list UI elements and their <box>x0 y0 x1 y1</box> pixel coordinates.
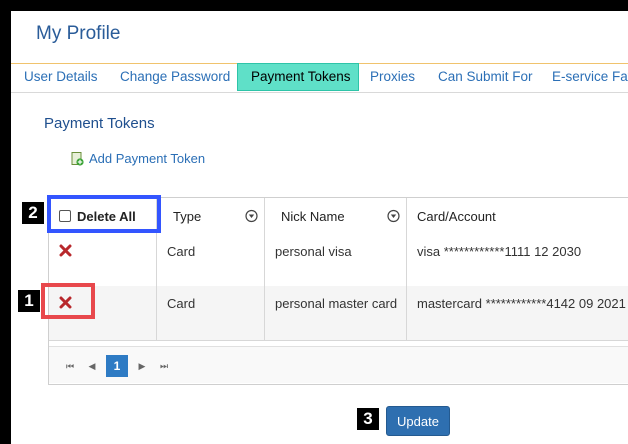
current-page-button[interactable]: 1 <box>106 355 128 377</box>
tab-payment-tokens[interactable]: Payment Tokens <box>237 63 359 91</box>
highlight-delete-row <box>41 283 95 319</box>
nick-name-cell: personal visa <box>265 234 407 286</box>
filter-icon[interactable] <box>245 209 258 223</box>
account-header-label: Card/Account <box>417 208 496 224</box>
type-header[interactable]: Type <box>157 198 265 234</box>
account-cell: mastercard ************4142 09 2021 <box>417 296 626 311</box>
first-page-button[interactable]: ⏮ <box>59 355 81 377</box>
type-header-label: Type <box>173 208 202 224</box>
annotation-marker-2: 2 <box>22 202 44 224</box>
last-page-button[interactable]: ⏭ <box>153 355 175 377</box>
annotation-marker-3: 3 <box>357 408 379 430</box>
account-header[interactable]: Card/Account <box>407 198 628 234</box>
tab-user-details[interactable]: User Details <box>24 64 98 92</box>
nick-name-header-label: Nick Name <box>281 208 345 224</box>
annotation-marker-1: 1 <box>18 290 40 312</box>
delete-cell <box>49 234 157 286</box>
type-cell: Card <box>157 286 265 340</box>
add-document-icon <box>71 151 84 166</box>
delete-icon[interactable] <box>59 244 72 257</box>
page-title: My Profile <box>36 23 121 44</box>
tab-bar: User Details Change Password Payment Tok… <box>11 63 628 93</box>
table-row: Card personal master card mastercard ***… <box>49 286 628 341</box>
account-cell: visa ************1111 12 2030 <box>417 244 582 259</box>
table-row: Card personal visa visa ************1111… <box>49 234 628 287</box>
tab-proxies[interactable]: Proxies <box>370 64 415 92</box>
prev-page-button[interactable]: ◀ <box>81 355 103 377</box>
next-page-button[interactable]: ▶ <box>131 355 153 377</box>
update-button[interactable]: Update <box>386 406 450 436</box>
add-payment-token-label: Add Payment Token <box>89 151 206 166</box>
highlight-delete-all <box>47 195 161 233</box>
filter-icon[interactable] <box>387 209 400 223</box>
nick-name-header[interactable]: Nick Name <box>265 198 407 234</box>
tab-eservice-fav[interactable]: E-service Fav <box>552 64 628 92</box>
tab-can-submit-for[interactable]: Can Submit For <box>438 64 533 92</box>
tab-change-password[interactable]: Change Password <box>120 64 230 92</box>
section-title: Payment Tokens <box>44 115 155 132</box>
add-payment-token-link[interactable]: Add Payment Token <box>71 151 205 166</box>
type-cell: Card <box>157 234 265 286</box>
pagination: ⏮ ◀ 1 ▶ ⏭ <box>49 346 628 383</box>
nick-name-cell: personal master card <box>265 286 407 340</box>
